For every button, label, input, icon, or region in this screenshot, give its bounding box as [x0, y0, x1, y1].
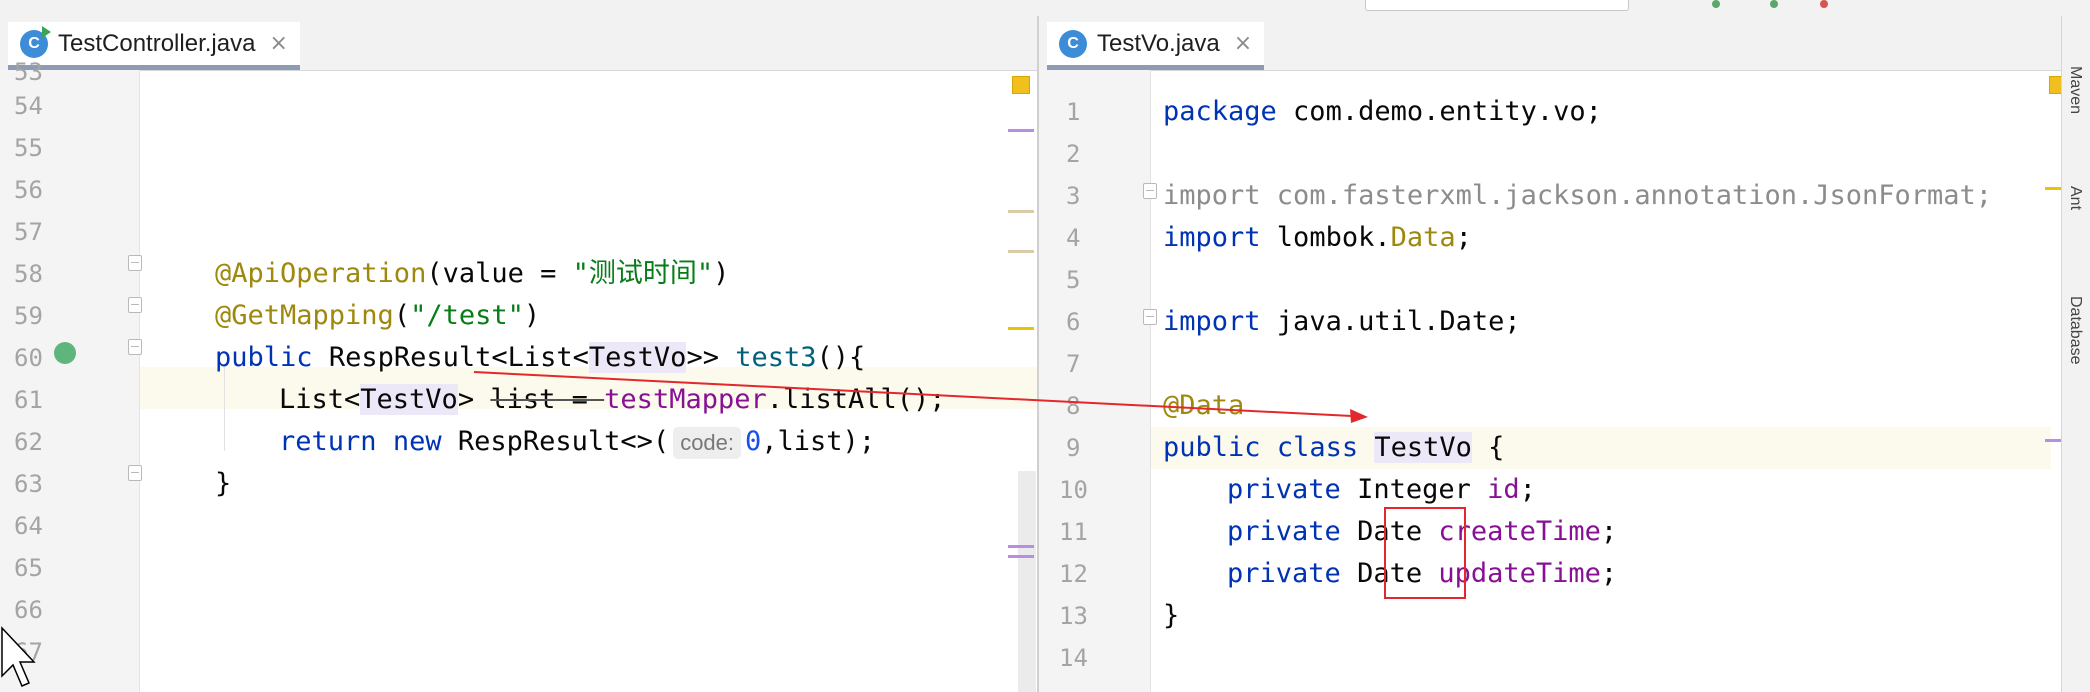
line-number-gutter: 1 2 3 4 5 6 7 8 9 10 11 12 13 14 — [1039, 70, 1157, 692]
line-number: 6 — [1066, 308, 1081, 336]
line-number: 63 — [14, 470, 43, 498]
line-number: 67 — [14, 638, 43, 666]
error-stripe-mark[interactable] — [1008, 545, 1034, 548]
tab-label: TestController.java — [58, 29, 256, 57]
right-code-area: package com.demo.entity.vo; import com.f… — [1151, 70, 2051, 692]
error-stripe-mark[interactable] — [1008, 250, 1034, 253]
stop-status-icon — [1820, 0, 1828, 8]
error-stripe-mark[interactable] — [1008, 555, 1034, 558]
code-line-3: import com.fasterxml.jackson.annotation.… — [1163, 180, 1993, 211]
date-type-highlight-box — [1384, 507, 1466, 599]
search-everywhere-box[interactable] — [1365, 0, 1629, 11]
line-number: 2 — [1066, 140, 1081, 168]
error-stripe-mark[interactable] — [1008, 129, 1034, 132]
code-line-60: List<TestVo> list = testMapper.listAll()… — [279, 384, 946, 415]
code-line-10: private Integer id; — [1227, 474, 1536, 505]
line-number: 9 — [1066, 434, 1081, 462]
line-number: 64 — [14, 512, 43, 540]
line-number: 62 — [14, 428, 43, 456]
close-icon[interactable]: × — [1234, 31, 1252, 56]
line-number: 59 — [14, 302, 43, 330]
toolbar-strip — [0, 0, 2090, 17]
line-number: 58 — [14, 260, 43, 288]
code-line-57: @ApiOperation(value = "测试时间") — [215, 258, 730, 289]
code-line-61: return new RespResult<>(code: 0,list); — [279, 426, 876, 459]
line-number: 54 — [14, 92, 43, 120]
right-tab-bar: C TestVo.java × — [1039, 16, 2090, 71]
java-class-icon: C — [1059, 29, 1087, 58]
code-line-11: private Date createTime; — [1227, 516, 1618, 547]
inspection-warning-icon[interactable] — [1012, 76, 1030, 94]
vertical-scrollbar[interactable] — [1018, 471, 1036, 692]
line-number: 10 — [1059, 476, 1088, 504]
line-number: 13 — [1059, 602, 1088, 630]
line-number: 7 — [1066, 350, 1081, 378]
error-stripe-mark[interactable] — [1008, 327, 1034, 330]
parameter-hint: code: — [673, 426, 742, 459]
line-number: 60 — [14, 344, 43, 372]
tab-testcontroller[interactable]: C TestController.java × — [8, 22, 300, 70]
tool-window-maven[interactable]: Maven — [2066, 66, 2084, 114]
left-code-area: @ApiOperation(value = "测试时间") @GetMappin… — [140, 70, 1037, 692]
line-number: 56 — [14, 176, 43, 204]
line-number: 11 — [1059, 518, 1088, 546]
error-stripe-mark[interactable] — [1008, 210, 1034, 213]
tool-window-ant[interactable]: Ant — [2066, 186, 2084, 210]
line-number: 65 — [14, 554, 43, 582]
debug-status-icon — [1770, 0, 1778, 8]
bean-navigation-icon[interactable] — [54, 342, 76, 364]
code-line-59: public RespResult<List<TestVo>> test3(){ — [215, 342, 866, 373]
code-line-4: import lombok.Data; — [1163, 222, 1472, 253]
code-line-8: @Data — [1163, 390, 1245, 421]
run-status-icon — [1712, 0, 1720, 8]
code-line-62: } — [215, 468, 232, 499]
tool-window-database[interactable]: Database — [2066, 296, 2084, 365]
left-tab-bar: C TestController.java × — [0, 16, 1037, 71]
tab-testvo[interactable]: C TestVo.java × — [1047, 22, 1265, 70]
line-number: 1 — [1066, 98, 1081, 126]
code-line-9: public class TestVo { — [1163, 432, 1505, 463]
code-line-13: } — [1163, 600, 1180, 631]
left-editor-pane: C TestController.java × 53 54 55 56 57 5… — [0, 16, 1039, 692]
code-line-6: import java.util.Date; — [1163, 306, 1521, 337]
close-icon[interactable]: × — [269, 31, 287, 56]
line-number: 66 — [14, 596, 43, 624]
tab-label: TestVo.java — [1097, 29, 1220, 57]
line-number: 8 — [1066, 392, 1081, 420]
right-tool-window-strip: Maven Ant Database — [2061, 16, 2090, 692]
run-badge-icon — [42, 25, 51, 38]
line-number-gutter: 53 54 55 56 57 58 59 60 61 62 63 64 65 6… — [0, 58, 142, 692]
line-number: 14 — [1059, 644, 1088, 672]
line-number: 3 — [1066, 182, 1081, 210]
line-number: 61 — [14, 386, 43, 414]
indent-guide — [224, 367, 225, 451]
line-number: 12 — [1059, 560, 1088, 588]
line-number: 57 — [14, 218, 43, 246]
line-number: 55 — [14, 134, 43, 162]
line-number: 5 — [1066, 266, 1081, 294]
code-line-1: package com.demo.entity.vo; — [1163, 96, 1602, 127]
code-line-12: private Date updateTime; — [1227, 558, 1618, 589]
code-line-58: @GetMapping("/test") — [215, 300, 541, 331]
line-number: 4 — [1066, 224, 1081, 252]
right-editor-pane: C TestVo.java × 1 2 3 4 5 6 7 8 9 10 11 … — [1039, 16, 2090, 692]
